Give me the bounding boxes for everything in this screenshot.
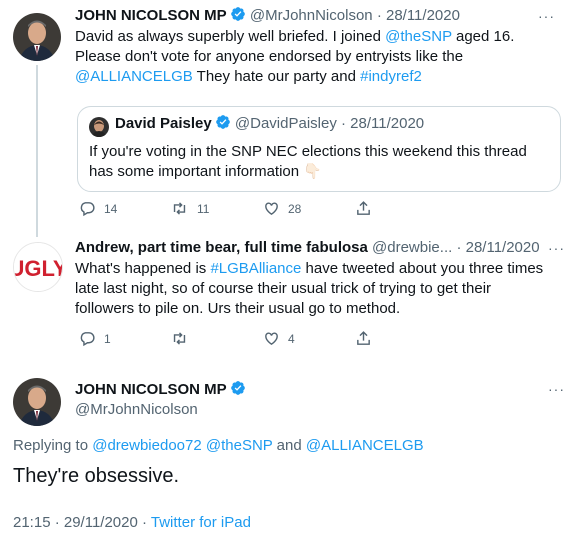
tweet2-header: Andrew, part time bear, full time fabulo… [75,238,540,258]
tweet3-source[interactable]: Twitter for iPad [151,514,251,531]
tweet1-text: David as always superbly well briefed. I… [75,28,386,45]
tweet2-body: What's happened is #LGBAlliance have twe… [75,259,555,319]
hashtag-link[interactable]: #LGBAlliance [210,260,301,277]
retweet-button[interactable]: 11 [170,200,209,217]
tweet2-text: What's happened is [75,260,211,277]
tweet1-text: Please don't vote for anyone endorsed by… [75,48,464,65]
avatar-ugly[interactable]: UGLY [13,242,63,292]
tweet1-text: They hate our party and [192,68,361,85]
more-options-icon[interactable]: ··· [538,8,555,24]
verified-badge-icon [230,6,246,28]
tweet3-meta: 21:15 · 29/11/2020 · Twitter for iPad [13,513,251,533]
share-icon [357,331,370,345]
tweet3-timestamp[interactable]: 21:15 · 29/11/2020 · [13,514,151,531]
tweet1-handle[interactable]: @MrJohnNicolson [250,7,373,24]
quote-handle[interactable]: @DavidPaisley [235,115,337,132]
avatar-john-nicolson[interactable] [13,13,61,61]
tweet3-handle[interactable]: @MrJohnNicolson [75,400,198,420]
verified-badge-icon [230,380,246,402]
reply-icon [80,332,95,347]
tweet1-body: David as always superbly well briefed. I… [75,27,555,87]
tweet2-handle[interactable]: @drewbie... [372,239,452,256]
tweet2-display-name[interactable]: Andrew, part time bear, full time fabulo… [75,239,368,256]
tweet1-date[interactable]: · 28/11/2020 [377,7,460,24]
like-button[interactable]: 4 [263,330,295,347]
quote-display-name[interactable]: David Paisley [115,115,212,132]
avatar-david-paisley[interactable] [89,117,109,137]
verified-badge-icon [215,114,231,136]
tweet1-text: aged 16. [451,28,515,45]
ugly-logo-text: UGLY [14,256,62,281]
retweet-icon [173,202,186,215]
tweet1-display-name[interactable]: JOHN NICOLSON MP [75,7,227,24]
retweet-button[interactable] [170,330,197,347]
tweet3-display-name[interactable]: JOHN NICOLSON MP [75,381,227,398]
retweet-count: 11 [197,201,210,216]
share-button[interactable] [355,200,372,217]
mention-link[interactable]: @ALLIANCELGB [306,437,424,454]
like-count: 28 [288,201,302,216]
share-icon [357,201,370,215]
heart-icon [265,332,278,346]
reply-button[interactable]: 14 [79,200,117,217]
mention-link[interactable]: @ALLIANCELGB [75,68,193,85]
tweet2-text: have tweeted about you three times [301,260,544,277]
replying-to-label: Replying to [13,437,89,454]
and-label: and [272,437,306,454]
tweet1-header: JOHN NICOLSON MP @MrJohnNicolson · 28/11… [75,6,460,28]
more-options-icon[interactable]: ··· [548,240,565,256]
mention-link[interactable]: @theSNP [206,437,273,454]
replying-to: Replying to @drewbiedoo72 @theSNP and @A… [13,436,424,456]
tweet2-date[interactable]: · 28/11/2020 [456,239,539,256]
quoted-tweet[interactable]: David Paisley @DavidPaisley · 28/11/2020… [77,106,561,192]
like-count: 4 [288,331,295,346]
quote-header: David Paisley @DavidPaisley · 28/11/2020 [115,114,424,136]
tweet2-text: late last night, so of course their usua… [75,280,492,297]
reply-icon [80,202,95,217]
tweet3-body: They're obsessive. [13,465,180,487]
heart-icon [265,202,278,216]
quote-text: has some important information [89,163,300,180]
quote-text: If you're voting in the SNP NEC election… [89,143,527,160]
reply-button[interactable]: 1 [79,330,111,347]
mention-link[interactable]: @theSNP [385,28,452,45]
reply-count: 14 [104,201,118,216]
pointing-down-emoji: 👇🏻 [303,163,322,180]
reply-count: 1 [104,331,111,346]
mention-link[interactable]: @drewbiedoo72 [92,437,201,454]
avatar-john-nicolson[interactable] [13,378,61,426]
tweet3-header: JOHN NICOLSON MP [75,380,246,402]
thread-line [36,65,38,237]
tweet2-text: followers to pile on. Urs their usual go… [75,300,401,317]
more-options-icon[interactable]: ··· [548,381,565,397]
like-button[interactable]: 28 [263,200,301,217]
retweet-icon [173,332,186,345]
share-button[interactable] [355,330,372,347]
quote-date[interactable]: · 28/11/2020 [341,115,424,132]
quote-body: If you're voting in the SNP NEC election… [89,142,554,182]
hashtag-link[interactable]: #indyref2 [360,68,422,85]
